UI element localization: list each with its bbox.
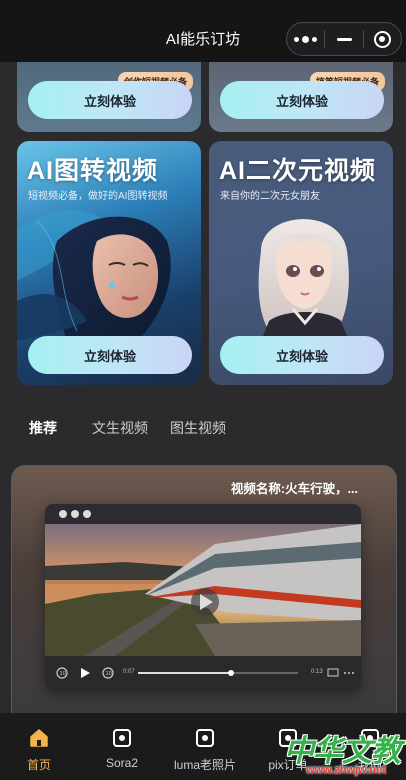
svg-text:10: 10 (60, 671, 66, 677)
square-dot-icon (111, 727, 133, 749)
anime-girl-illustration (258, 219, 349, 341)
try-now-button[interactable]: 立刻体验 (28, 81, 192, 119)
pip-icon[interactable] (327, 668, 339, 678)
try-now-button[interactable]: 立刻体验 (220, 81, 384, 119)
play-icon[interactable] (78, 666, 92, 680)
tabbar-item-luma[interactable]: luma老照片 (169, 727, 241, 773)
card-title: AI二次元视频 (219, 157, 377, 185)
card-subtitle: 短视频必备，做好的AI图转视频 (28, 191, 168, 202)
try-now-button[interactable]: 立刻体验 (220, 336, 384, 374)
duration-time: 0:13 (311, 669, 323, 675)
tabbar-item-home[interactable]: 首页 (3, 727, 75, 773)
close-button[interactable] (364, 23, 401, 55)
video-player[interactable]: 10 10 0:07 0:13 (45, 504, 361, 690)
card-title: AI图转视频 (27, 157, 159, 185)
close-target-icon (373, 30, 391, 48)
more-button[interactable] (287, 23, 324, 55)
minimize-button[interactable] (325, 23, 362, 55)
video-name: 视频名称:火车行驶，... (230, 482, 358, 496)
svg-text:10: 10 (106, 671, 112, 677)
tab-image-to-video[interactable]: 图生视频 (170, 418, 226, 438)
try-now-button[interactable]: 立刻体验 (28, 336, 192, 374)
card-subtitle: 来自你的二次元女朋友 (220, 191, 320, 202)
tabbar-label: luma老照片 (173, 758, 236, 772)
player-controls: 10 10 0:07 0:13 (45, 656, 361, 690)
rewind-icon[interactable]: 10 (55, 666, 69, 680)
site-watermark: 中华文教网 www.zhwjw.net (280, 722, 401, 780)
current-time: 0:07 (123, 669, 135, 675)
feature-card-image-to-video[interactable]: AI图转视频 短视频必备，做好的AI图转视频 立刻体验 (17, 141, 201, 385)
progress-bar[interactable] (138, 670, 298, 676)
minimize-icon (336, 37, 352, 41)
more-options-icon[interactable] (343, 668, 355, 678)
app-page: AI能乐订坊 创作短视频必备 立刻体验 搞笑短视频必备 立刻体验 (0, 0, 406, 780)
tab-text-to-video[interactable]: 文生视频 (92, 418, 148, 438)
woman-portrait-illustration (17, 210, 171, 341)
train-scene-thumbnail (45, 524, 361, 656)
window-dots-icon (59, 510, 91, 518)
forward-icon[interactable]: 10 (101, 666, 115, 680)
category-tabs: 推荐 文生视频 图生视频 (0, 414, 406, 438)
mini-program-capsule (286, 22, 402, 56)
square-dot-icon (194, 727, 216, 749)
watermark-url: www.zhwjw.net (306, 764, 386, 776)
tabbar-label: 首页 (26, 758, 51, 772)
tab-recommend[interactable]: 推荐 (29, 418, 57, 438)
more-dots-icon (294, 35, 318, 43)
progress-knob[interactable] (228, 670, 234, 676)
home-icon (28, 727, 50, 749)
tabbar-item-sora2[interactable]: Sora2 (86, 727, 158, 770)
tabbar-label: Sora2 (105, 756, 139, 770)
feature-card-anime-video[interactable]: AI二次元视频 来自你的二次元女朋友 立刻体验 (209, 141, 393, 385)
video-item-card[interactable]: 视频名称:火车行驶，... 10 10 0:07 0:13 (11, 465, 397, 725)
navigation-bar: AI能乐订坊 (0, 0, 406, 62)
